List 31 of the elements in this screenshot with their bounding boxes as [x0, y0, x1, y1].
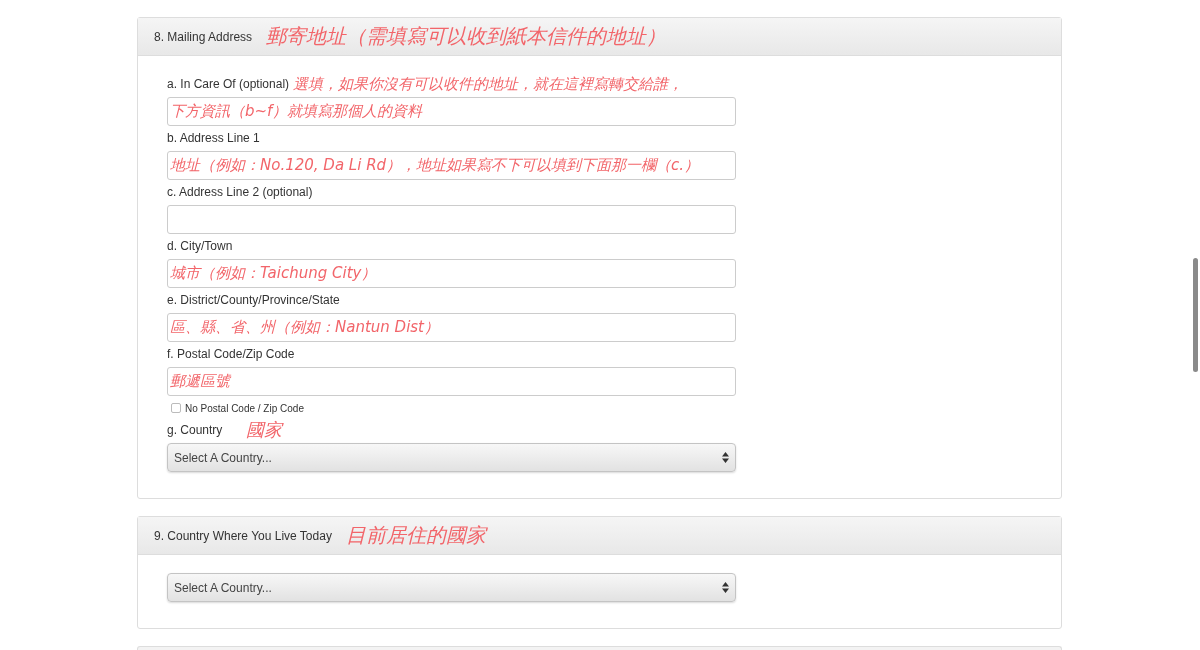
section-title: 8. Mailing Address — [154, 28, 253, 46]
input-field[interactable]: 下方資訊（b~f）就填寫那個人的資料 — [167, 97, 736, 126]
up-down-arrows-icon — [722, 582, 729, 593]
handwritten-annotation: 區、縣、省、州（例如：Nantun Dist） — [170, 318, 439, 337]
up-down-arrows-icon — [722, 452, 729, 463]
input-field[interactable] — [167, 205, 736, 234]
field-label: e. District/County/Province/State — [167, 292, 340, 309]
field-label: a. In Care Of (optional) — [167, 76, 290, 93]
scrollbar-thumb[interactable] — [1193, 258, 1198, 372]
select-dropdown[interactable]: Select A Country... — [167, 443, 736, 472]
handwritten-annotation: 目前居住的國家 — [345, 524, 486, 547]
field-label: d. City/Town — [167, 238, 233, 255]
field-label: f. Postal Code/Zip Code — [167, 346, 295, 363]
handwritten-annotation: 地址（例如：No.120, Da Li Rd），地址如果寫不下可以填到下面那一欄（c.） — [170, 156, 700, 175]
handwritten-annotation: 下方資訊（b~f）就填寫那個人的資料 — [170, 102, 423, 121]
input-field[interactable]: 地址（例如：No.120, Da Li Rd），地址如果寫不下可以填到下面那一欄（c.） — [167, 151, 736, 180]
field-label: b. Address Line 1 — [167, 130, 260, 147]
handwritten-annotation: 郵寄地址（需填寫可以收到紙本信件的地址） — [266, 25, 667, 48]
handwritten-annotation: 選填，如果你沒有可以收件的地址，就在這裡寫轉交給誰， — [293, 75, 684, 94]
section-title: 9. Country Where You Live Today — [154, 527, 332, 545]
handwritten-annotation: 國家 — [246, 420, 283, 441]
field-label: c. Address Line 2 (optional) — [167, 184, 313, 201]
field-label: g. Country — [167, 422, 223, 439]
select-dropdown[interactable]: Select A Country... — [167, 573, 736, 602]
handwritten-annotation: 城市（例如：Taichung City） — [170, 264, 377, 283]
input-field[interactable]: 區、縣、省、州（例如：Nantun Dist） — [167, 313, 736, 342]
handwritten-annotation: 郵遞區號 — [170, 372, 230, 391]
checkbox-label: No Postal Code / Zip Code — [185, 401, 304, 416]
checkbox[interactable] — [171, 403, 181, 413]
input-field[interactable]: 郵遞區號 — [167, 367, 736, 396]
input-field[interactable]: 城市（例如：Taichung City） — [167, 259, 736, 288]
